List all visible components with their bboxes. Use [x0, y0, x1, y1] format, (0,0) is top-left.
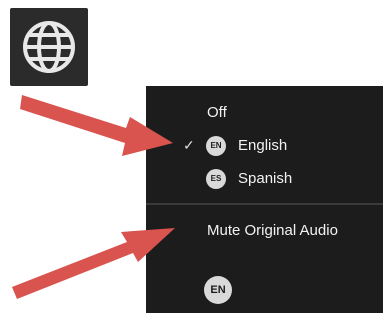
annotation-arrows [12, 95, 175, 299]
arrow-to-english [20, 95, 173, 156]
arrow-to-mute [12, 228, 175, 299]
